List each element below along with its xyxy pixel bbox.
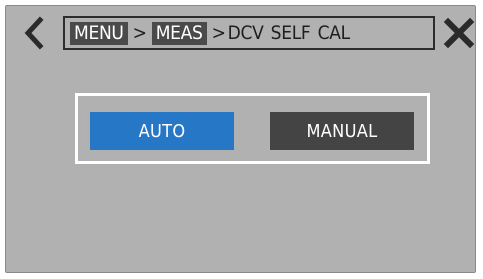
auto-button-label: AUTO — [138, 120, 186, 142]
breadcrumb-current-page: DCV SELF CAL — [227, 22, 351, 44]
close-x-icon — [443, 17, 475, 49]
breadcrumb-separator: > — [211, 22, 226, 44]
back-button[interactable] — [20, 16, 50, 50]
breadcrumb-item-menu[interactable]: MENU — [70, 21, 128, 45]
breadcrumb-item-meas[interactable]: MEAS — [151, 21, 207, 45]
self-cal-option-panel: AUTO MANUAL — [75, 93, 430, 164]
chevron-left-icon — [24, 16, 44, 50]
manual-button-label: MANUAL — [306, 120, 378, 142]
auto-button[interactable]: AUTO — [90, 112, 234, 150]
breadcrumb: MENU > MEAS > DCV SELF CAL — [63, 16, 435, 50]
manual-button[interactable]: MANUAL — [270, 112, 414, 150]
breadcrumb-separator: > — [132, 22, 147, 44]
close-button[interactable] — [443, 17, 475, 49]
instrument-screen: MENU > MEAS > DCV SELF CAL AUTO MANUAL — [5, 5, 476, 273]
